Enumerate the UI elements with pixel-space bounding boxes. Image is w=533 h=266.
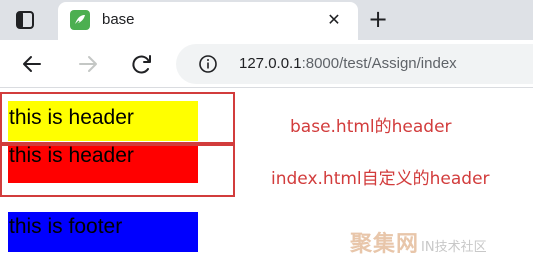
- plus-icon[interactable]: +: [366, 6, 390, 32]
- page-content: this is header this is header this is fo…: [0, 88, 533, 266]
- browser-tab[interactable]: base ✕: [58, 2, 358, 40]
- annotation-base-note: base.html的header: [290, 117, 452, 137]
- footer-block: this is footer: [8, 212, 198, 252]
- annotation-box-index: [0, 144, 235, 197]
- reload-icon[interactable]: [128, 50, 156, 78]
- tab-bar: base ✕ +: [0, 0, 533, 40]
- annotation-index-note: index.html自定义的header: [271, 169, 490, 189]
- watermark-text: IN技术社区: [421, 240, 487, 255]
- toolbar: 127.0.0.1:8000/test/Assign/index: [0, 40, 533, 88]
- close-icon[interactable]: ✕: [324, 10, 344, 30]
- back-arrow-icon[interactable]: [18, 50, 46, 78]
- url-host: 127.0.0.1: [239, 55, 302, 72]
- annotation-box-base: [0, 92, 235, 144]
- forward-arrow-icon[interactable]: [74, 50, 102, 78]
- info-icon[interactable]: [198, 54, 218, 74]
- window-icon[interactable]: [14, 9, 36, 31]
- favicon-icon: [70, 10, 90, 30]
- watermark: 聚集网 IN技术社区: [350, 226, 487, 258]
- url-path: :8000/test/Assign/index: [301, 55, 457, 72]
- url-text: 127.0.0.1:8000/test/Assign/index: [239, 55, 457, 72]
- tab-title: base: [102, 11, 135, 28]
- address-bar[interactable]: 127.0.0.1:8000/test/Assign/index: [176, 44, 533, 84]
- watermark-logo: 聚集网: [350, 232, 420, 257]
